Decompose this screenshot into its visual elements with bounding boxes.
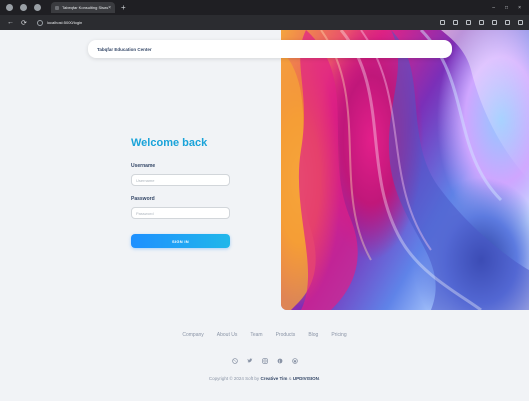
back-button[interactable]: ← [7,19,14,26]
password-label: Password [131,196,155,202]
github-icon[interactable] [291,351,298,364]
url-field[interactable]: localhost:5000/login [47,20,82,25]
tab-close-icon[interactable]: × [108,5,111,11]
close-window-button[interactable]: × [518,5,521,11]
swirl-image [281,30,529,310]
footer-link-about[interactable]: About Us [217,332,238,338]
star-icon[interactable] [453,20,458,25]
copyright-brand-link[interactable]: Creative Tim [260,376,287,381]
settings-icon[interactable] [505,20,510,25]
menu-icon[interactable] [518,20,523,25]
footer-link-products[interactable]: Products [276,332,296,338]
history-icon[interactable] [20,4,27,11]
copyright-prefix: Copyright © 2024 Soft by [208,376,261,381]
top-navbar: Tabqfar Education Center [88,40,452,58]
restore-button[interactable]: □ [505,5,508,11]
username-label: Username [131,163,156,169]
window-controls [6,4,41,11]
hero-artwork [281,30,529,310]
reload-button[interactable]: ⟳ [21,19,27,27]
toolbar-icons [440,20,523,25]
copyright-suffix: . [318,376,321,381]
login-form: Welcome back Username Username Password … [131,138,231,248]
copyright-text: Copyright © 2024 Soft by Creative Tim & … [0,376,529,381]
footer-link-team[interactable]: Team [250,332,262,338]
favicon-icon [55,5,59,10]
browser-tabbar: Tabeqfar Konsulting Siswa × + – □ × [0,0,529,15]
footer-link-blog[interactable]: Blog [308,332,318,338]
page: Tabqfar Education Center Welcome back Us… [0,30,529,401]
footer-links: Company About Us Team Products Blog Pric… [0,332,529,338]
address-bar: ← ⟳ localhost:5000/login [0,15,529,30]
brand-logo-text[interactable]: Tabqfar Education Center [97,47,152,52]
footer-link-pricing[interactable]: Pricing [331,332,346,338]
password-input[interactable]: Password [131,207,230,219]
sidebar-icon[interactable] [479,20,484,25]
page-title: Welcome back [131,137,208,149]
downloads-icon[interactable] [492,20,497,25]
browser-tab[interactable]: Tabeqfar Konsulting Siswa × [51,2,115,13]
footer-link-company[interactable]: Company [182,332,203,338]
profile-icon[interactable] [6,4,13,11]
new-tab-button[interactable]: + [121,3,126,12]
window-buttons: – □ × [492,5,521,11]
social-icons [0,351,529,364]
twitter-icon[interactable] [247,351,253,363]
extension-icon[interactable] [466,20,471,25]
username-input[interactable]: Username [131,174,230,186]
site-info-icon[interactable] [36,19,43,26]
pinterest-icon[interactable] [277,351,283,364]
tab-title: Tabeqfar Konsulting Siswa [62,5,109,10]
dribbble-icon[interactable] [231,351,238,364]
minimize-button[interactable]: – [492,5,495,11]
key-icon[interactable] [440,20,445,25]
instagram-icon[interactable] [261,351,268,364]
sign-in-button[interactable]: SIGN IN [131,234,230,248]
tab-actions-icon[interactable] [34,4,41,11]
copyright-brand2-link[interactable]: UPDIVISION [293,376,319,381]
